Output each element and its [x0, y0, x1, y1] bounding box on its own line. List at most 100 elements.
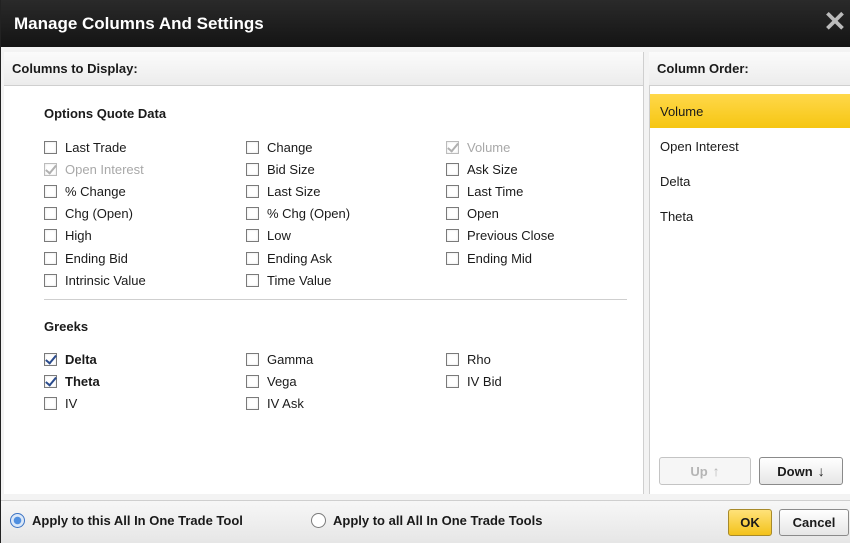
checkbox-label: Delta: [65, 351, 97, 367]
checkbox-label: Ending Ask: [267, 250, 333, 266]
column-checkbox[interactable]: Theta: [44, 370, 100, 392]
column-checkbox[interactable]: Last Size: [246, 180, 320, 202]
checkbox-icon: [246, 140, 259, 154]
checkbox-icon: [246, 352, 259, 366]
column-checkbox[interactable]: % Chg (Open): [246, 203, 350, 225]
checkbox-label: Chg (Open): [65, 206, 133, 222]
checkbox-label: % Chg (Open): [267, 206, 351, 222]
column-checkbox[interactable]: IV Ask: [246, 392, 304, 414]
column-checkbox[interactable]: Last Time: [446, 180, 523, 202]
column-order-item[interactable]: Volume: [650, 94, 850, 128]
checkbox-label: Ending Mid: [467, 250, 533, 266]
column-checkbox[interactable]: Ask Size: [446, 158, 518, 180]
checkbox-icon: [44, 251, 57, 265]
checkbox-label: Rho: [467, 351, 491, 367]
checkbox-label: High: [65, 228, 92, 244]
checkbox-label: IV Ask: [267, 395, 304, 411]
checkbox-icon: [44, 184, 57, 198]
checkbox-icon: [44, 396, 57, 410]
column-checkbox[interactable]: Last Trade: [44, 136, 126, 158]
column-order-panel: Volume Open Interest Delta Theta Up ↑ Down …: [649, 86, 850, 494]
column-checkbox[interactable]: IV: [44, 392, 77, 414]
checkbox-icon: [246, 251, 259, 265]
column-order-item[interactable]: Open Interest: [650, 129, 850, 163]
column-checkbox[interactable]: Gamma: [246, 348, 313, 370]
columns-to-display-label: Columns to Display:: [12, 61, 138, 76]
section-title-options-quote-data: Options Quote Data: [44, 106, 167, 121]
column-checkbox: Open Interest: [44, 158, 144, 180]
column-checkbox[interactable]: Intrinsic Value: [44, 269, 146, 291]
checkbox-icon: [446, 352, 459, 366]
column-checkbox[interactable]: High: [44, 225, 92, 247]
checkbox-label: Volume: [467, 139, 511, 155]
column-order-item[interactable]: Delta: [650, 164, 850, 198]
checkbox-label: Last Size: [267, 183, 321, 199]
checkbox-label: Change: [267, 139, 313, 155]
column-checkbox[interactable]: Time Value: [246, 269, 331, 291]
column-checkbox[interactable]: Change: [246, 136, 313, 158]
column-order-label: Column Order:: [657, 61, 749, 76]
checkbox-icon: [44, 229, 57, 243]
radio-button-icon: [311, 513, 326, 528]
checkbox-label: Last Time: [467, 183, 524, 199]
column-checkbox[interactable]: Ending Bid: [44, 247, 128, 269]
radio-button-icon: [10, 513, 25, 528]
checkbox-icon: [246, 207, 259, 221]
checkbox-label: IV Bid: [467, 373, 502, 389]
checkbox-icon: [246, 396, 259, 410]
column-checkbox[interactable]: Ending Ask: [246, 247, 332, 269]
checkbox-checked-icon: [446, 140, 459, 154]
arrow-up-icon: ↑: [712, 463, 720, 479]
column-checkbox[interactable]: IV Bid: [446, 370, 502, 392]
column-checkbox[interactable]: Chg (Open): [44, 203, 133, 225]
column-checkbox[interactable]: Ending Mid: [446, 247, 532, 269]
checkbox-icon: [246, 229, 259, 243]
checkbox-icon: [44, 140, 57, 154]
move-down-button[interactable]: Down ↓: [759, 457, 843, 485]
checkbox-icon: [446, 162, 459, 176]
move-up-label: Up: [690, 463, 708, 479]
checkbox-checked-icon: [44, 162, 57, 176]
columns-to-display-header: Columns to Display:: [4, 52, 644, 86]
dialog-title: Manage Columns And Settings: [14, 13, 264, 33]
checkbox-label: Previous Close: [467, 228, 555, 244]
column-checkbox[interactable]: Delta: [44, 348, 97, 370]
apply-to-this-radio[interactable]: Apply to this All In One Trade Tool: [10, 513, 243, 528]
close-icon[interactable]: ✕: [821, 8, 849, 38]
apply-to-all-radio[interactable]: Apply to all All In One Trade Tools: [311, 513, 542, 528]
checkbox-label: Bid Size: [267, 161, 315, 177]
column-checkbox[interactable]: Open: [446, 203, 499, 225]
checkbox-label: Open: [467, 206, 499, 222]
checkbox-label: Vega: [267, 373, 297, 389]
checkbox-icon: [446, 251, 459, 265]
column-order-header: Column Order:: [649, 52, 850, 86]
column-checkbox[interactable]: % Change: [44, 180, 126, 202]
columns-panel: Options Quote Data Last Trade Open Intere…: [4, 86, 644, 494]
move-down-label: Down: [777, 463, 813, 479]
checkbox-icon: [446, 184, 459, 198]
checkbox-label: % Change: [65, 183, 126, 199]
column-checkbox[interactable]: Bid Size: [246, 158, 315, 180]
cancel-button[interactable]: Cancel: [779, 509, 849, 536]
checkbox-icon: [446, 229, 459, 243]
apply-to-all-label: Apply to all All In One Trade Tools: [333, 513, 543, 528]
column-checkbox[interactable]: Previous Close: [446, 225, 554, 247]
checkbox-label: Ask Size: [467, 161, 518, 177]
checkbox-label: Ending Bid: [65, 250, 128, 266]
checkbox-icon: [446, 374, 459, 388]
checkbox-label: Theta: [65, 373, 100, 389]
checkbox-label: Last Trade: [65, 139, 127, 155]
arrow-down-icon: ↓: [817, 463, 825, 479]
column-checkbox[interactable]: Low: [246, 225, 291, 247]
checkbox-icon: [44, 207, 57, 221]
checkbox-icon: [246, 273, 259, 287]
checkbox-label: Intrinsic Value: [65, 272, 146, 288]
column-checkbox[interactable]: Rho: [446, 348, 491, 370]
column-checkbox[interactable]: Vega: [246, 370, 297, 392]
column-checkbox: Volume: [446, 136, 510, 158]
apply-to-this-label: Apply to this All In One Trade Tool: [32, 513, 243, 528]
ok-button[interactable]: OK: [728, 509, 772, 536]
checkbox-icon: [446, 207, 459, 221]
move-up-button[interactable]: Up ↑: [659, 457, 751, 485]
column-order-item[interactable]: Theta: [650, 199, 850, 233]
